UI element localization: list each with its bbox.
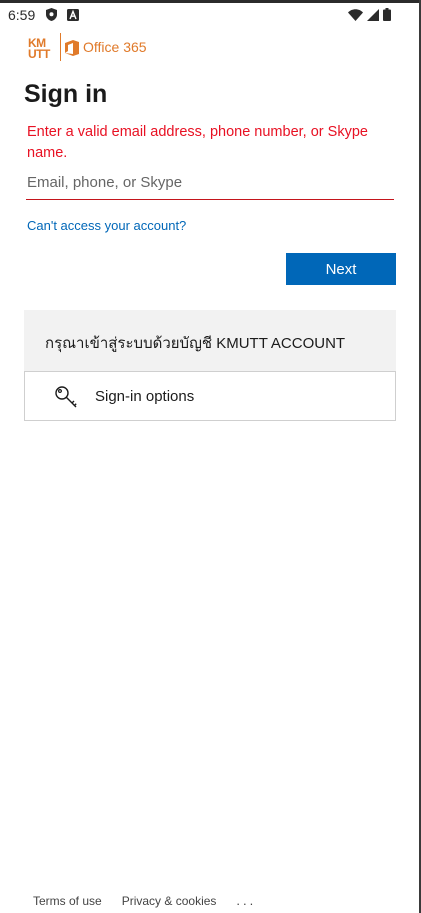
more-options-button[interactable]: ... — [236, 893, 256, 908]
shield-icon — [46, 8, 57, 26]
status-left-icons — [46, 8, 79, 26]
office-icon — [65, 40, 79, 61]
sign-in-options-label: Sign-in options — [95, 388, 195, 405]
kmutt-account-banner: กรุณาเข้าสู่ระบบด้วยบัญชี KMUTT ACCOUNT — [24, 310, 396, 371]
a-box-icon — [67, 8, 79, 26]
privacy-cookies-link[interactable]: Privacy & cookies — [122, 894, 217, 908]
email-field-container — [26, 167, 396, 200]
status-right-icons — [348, 8, 391, 26]
kmutt-logo: KMUTT — [28, 36, 56, 64]
logo: KMUTT Office 365 — [28, 30, 168, 64]
logo-separator — [60, 33, 61, 61]
email-field[interactable] — [26, 167, 396, 197]
office-365-text: Office 365 — [83, 39, 147, 55]
status-time: 6:59 — [8, 7, 36, 23]
sign-in-options-button[interactable]: Sign-in options — [24, 371, 396, 421]
key-icon — [54, 385, 78, 414]
kmutt-logo-text: KMUTT — [28, 36, 50, 61]
status-bar: 6:59 — [0, 3, 419, 27]
next-button[interactable]: Next — [286, 253, 396, 285]
error-message: Enter a valid email address, phone numbe… — [27, 124, 368, 161]
terms-of-use-link[interactable]: Terms of use — [33, 894, 102, 908]
footer: Terms of use Privacy & cookies ... — [33, 893, 256, 908]
cellular-icon — [367, 8, 379, 26]
battery-icon — [383, 8, 391, 26]
banner-text: กรุณาเข้าสู่ระบบด้วยบัญชี KMUTT ACCOUNT — [45, 335, 346, 352]
wifi-icon — [348, 8, 363, 26]
cant-access-account-link[interactable]: Can't access your account? — [27, 218, 186, 233]
page-title: Sign in — [24, 80, 108, 108]
